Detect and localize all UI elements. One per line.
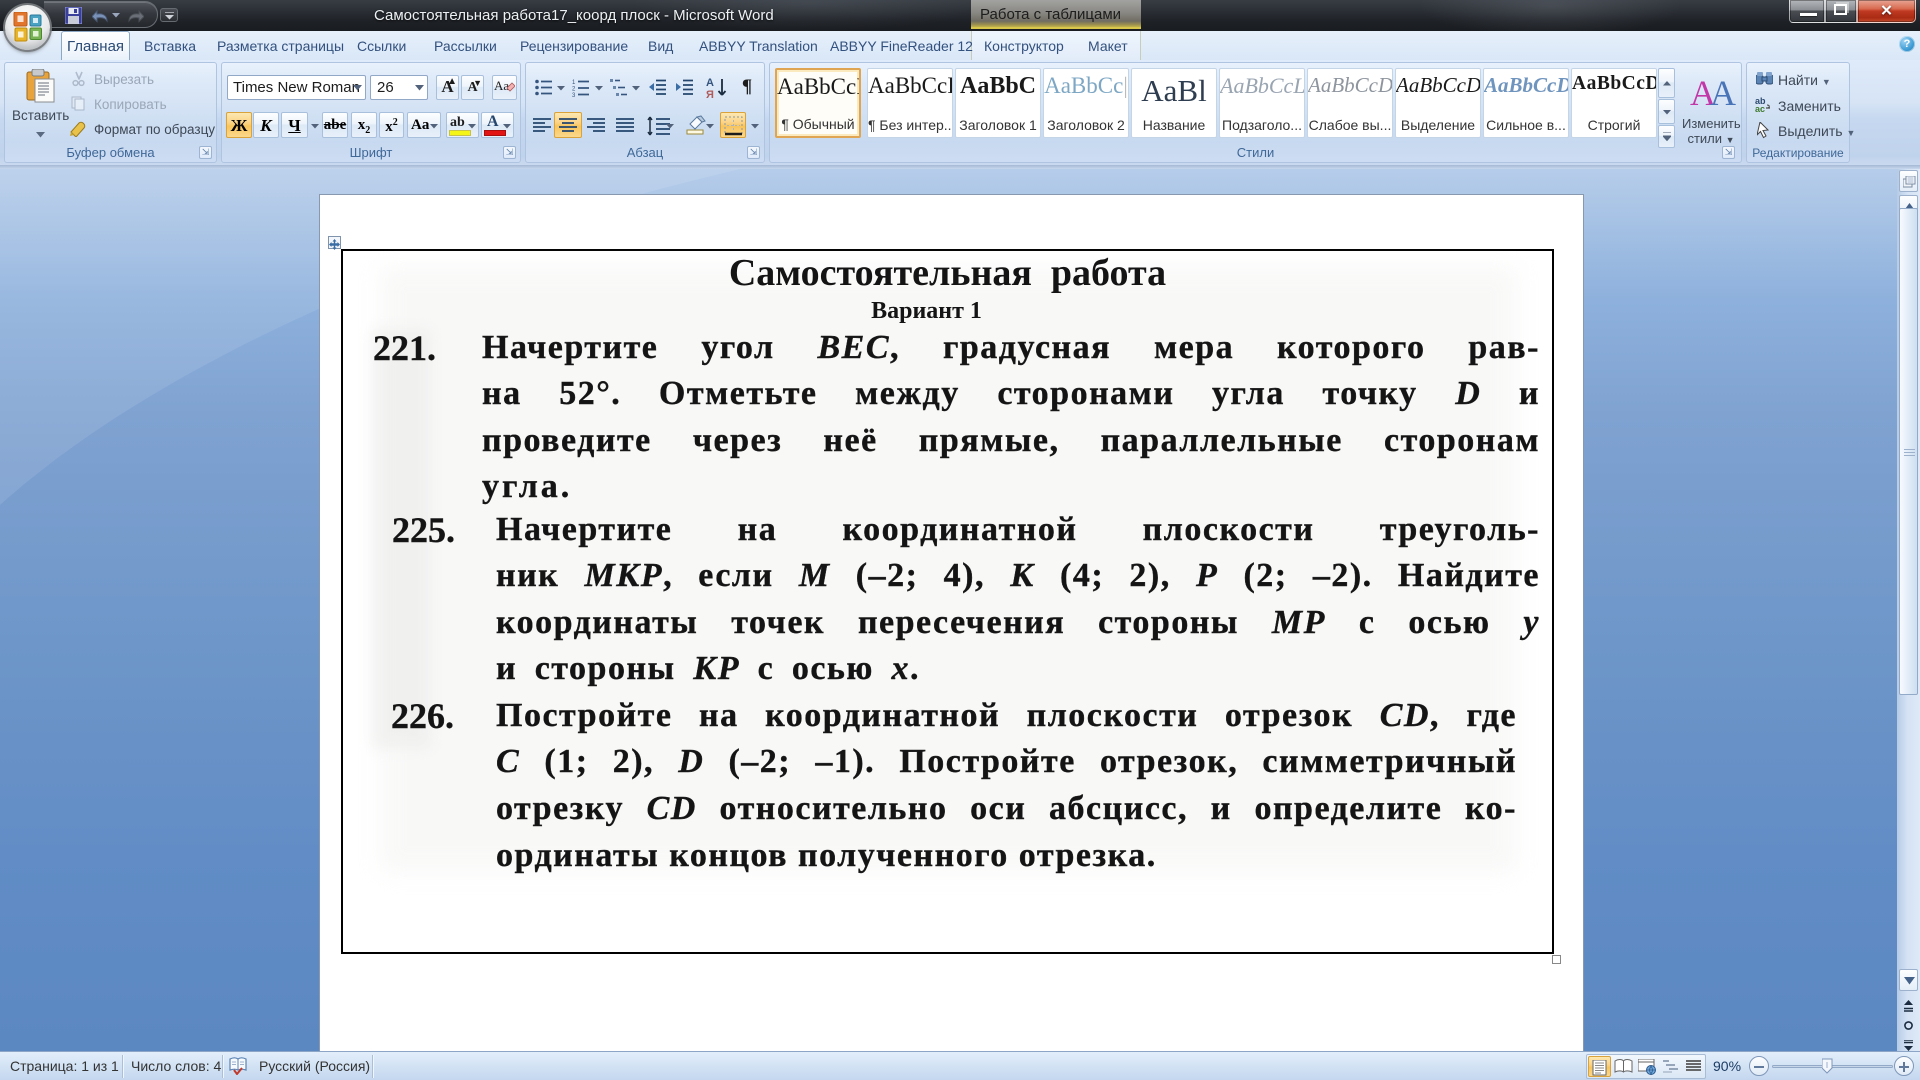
svg-text:2: 2 <box>572 87 576 93</box>
svg-text:1: 1 <box>572 80 576 86</box>
svg-text:Я: Я <box>706 89 714 99</box>
svg-text:ac: ac <box>1755 104 1765 113</box>
svg-text:3: 3 <box>572 93 576 97</box>
svg-text:Aa: Aa <box>494 78 509 93</box>
svg-text:А: А <box>706 77 714 89</box>
